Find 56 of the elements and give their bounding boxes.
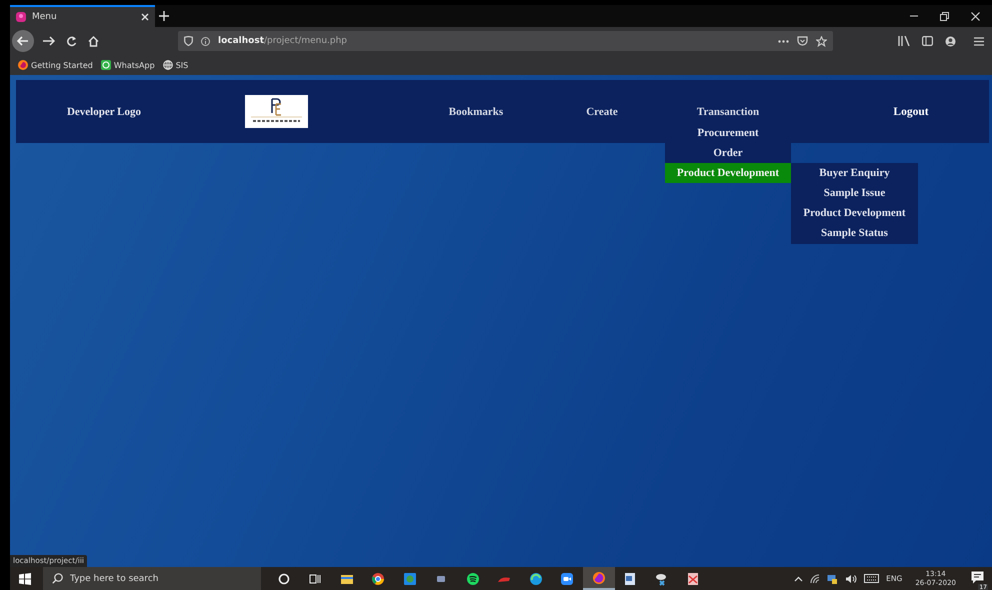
browser-icon[interactable] — [371, 572, 386, 586]
caret-icon[interactable] — [794, 576, 804, 582]
firefox-icon[interactable] — [592, 570, 606, 584]
home-icon[interactable] — [88, 36, 99, 46]
info-icon — [201, 36, 210, 46]
bookmark-link[interactable]: Getting Started — [18, 60, 93, 70]
address-field[interactable]: localhost/project/menu.php — [178, 31, 833, 51]
bookmark-link[interactable]: SIS — [162, 60, 188, 70]
dropdown-item[interactable]: Product Development — [665, 163, 791, 183]
nav-link[interactable]: Create — [539, 102, 665, 122]
keyboard-icon[interactable] — [864, 574, 880, 583]
developer-logo-text: Developer Logo — [66, 105, 142, 120]
pocket-icon[interactable] — [797, 36, 808, 46]
shield-icon — [184, 36, 193, 46]
music-icon[interactable] — [466, 572, 480, 586]
camera-icon[interactable] — [560, 572, 574, 586]
search-icon — [52, 573, 63, 584]
star-icon[interactable] — [816, 36, 827, 46]
bookmark-link[interactable]: WhatsApp — [100, 60, 155, 70]
more-icon[interactable] — [778, 40, 789, 42]
submenu-item[interactable]: Buyer Enquiry — [791, 163, 918, 183]
browser-icon — [18, 60, 28, 70]
library-icon[interactable] — [898, 36, 910, 46]
close-icon[interactable] — [141, 13, 149, 21]
account-icon[interactable] — [945, 36, 956, 46]
sidebar-icon[interactable] — [922, 36, 933, 46]
chat-icon — [100, 60, 111, 70]
nav-link[interactable]: Transanction — [665, 102, 791, 122]
close-icon[interactable] — [971, 12, 980, 20]
task-view-icon[interactable] — [308, 572, 322, 586]
reload-icon[interactable] — [66, 36, 77, 46]
search-field[interactable]: Type here to search — [43, 567, 261, 590]
menu-icon[interactable] — [974, 36, 984, 46]
logout-link[interactable]: Logout — [848, 102, 974, 122]
notification-icon[interactable] — [971, 571, 984, 584]
circle-icon[interactable] — [276, 572, 291, 586]
windows-icon[interactable] — [19, 572, 31, 584]
browser-tab[interactable]: Menu — [10, 5, 155, 27]
restore-icon[interactable] — [940, 12, 949, 20]
logo-image — [245, 95, 308, 128]
document-icon[interactable] — [623, 572, 638, 586]
nav-link[interactable]: Bookmarks — [413, 102, 539, 122]
dropdown-item[interactable]: Procurement — [665, 123, 791, 143]
submenu-item[interactable]: Sample Status — [791, 223, 918, 243]
speaker-icon[interactable] — [845, 574, 858, 584]
back-icon[interactable] — [12, 30, 34, 52]
dropdown-item[interactable]: Order — [665, 143, 791, 163]
favicon-icon — [16, 12, 26, 22]
chat-icon[interactable] — [402, 572, 417, 586]
submenu-item[interactable]: Sample Issue — [791, 183, 918, 203]
plus-icon[interactable] — [159, 11, 169, 21]
device-icon[interactable] — [827, 574, 838, 584]
globe-icon — [162, 60, 173, 70]
submenu-item[interactable]: Product Development — [791, 203, 918, 223]
wifi-icon[interactable] — [810, 574, 820, 584]
forward-icon[interactable] — [43, 36, 55, 46]
